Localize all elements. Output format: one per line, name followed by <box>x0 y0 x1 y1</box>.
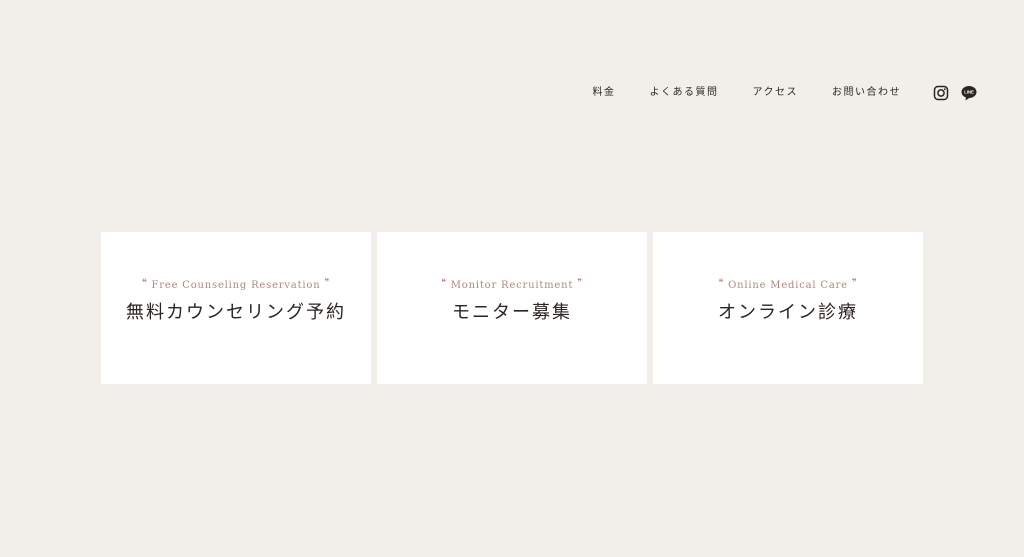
card-subtitle-text: Free Counseling Reservation <box>151 279 321 291</box>
page: 料金 よくある質問 アクセス お問い合わせ LINE ❝ Free Counse… <box>0 0 1024 557</box>
card-title: モニター募集 <box>452 302 572 323</box>
card-subtitle-text: Online Medical Care <box>728 279 848 291</box>
card-free-counseling[interactable]: ❝ Free Counseling Reservation ❞ 無料カウンセリン… <box>101 232 371 384</box>
card-title: オンライン診療 <box>718 302 858 323</box>
card-subtitle: ❝ Online Medical Care ❞ <box>714 278 861 292</box>
card-subtitle-text: Monitor Recruitment <box>450 279 574 291</box>
social-links: LINE <box>932 84 978 102</box>
nav-link-faq[interactable]: よくある質問 <box>650 84 719 102</box>
close-quote-icon: ❞ <box>324 278 331 288</box>
header-nav: 料金 よくある質問 アクセス お問い合わせ LINE <box>593 84 979 102</box>
line-icon-text: LINE <box>964 90 974 95</box>
line-icon[interactable]: LINE <box>960 84 978 102</box>
nav-link-contact[interactable]: お問い合わせ <box>832 84 901 102</box>
nav-link-pricing[interactable]: 料金 <box>593 84 616 102</box>
card-online-medical-care[interactable]: ❝ Online Medical Care ❞ オンライン診療 <box>653 232 923 384</box>
card-title: 無料カウンセリング予約 <box>126 302 346 323</box>
nav-link-access[interactable]: アクセス <box>753 84 799 102</box>
card-list: ❝ Free Counseling Reservation ❞ 無料カウンセリン… <box>101 232 923 384</box>
open-quote-icon: ❝ <box>441 278 447 288</box>
close-quote-icon: ❞ <box>851 278 858 288</box>
card-monitor-recruitment[interactable]: ❝ Monitor Recruitment ❞ モニター募集 <box>377 232 647 384</box>
instagram-icon[interactable] <box>932 84 950 102</box>
open-quote-icon: ❝ <box>718 278 725 288</box>
open-quote-icon: ❝ <box>141 278 148 288</box>
close-quote-icon: ❞ <box>577 278 583 288</box>
card-subtitle: ❝ Monitor Recruitment ❞ <box>437 278 587 292</box>
card-subtitle: ❝ Free Counseling Reservation ❞ <box>138 278 334 292</box>
